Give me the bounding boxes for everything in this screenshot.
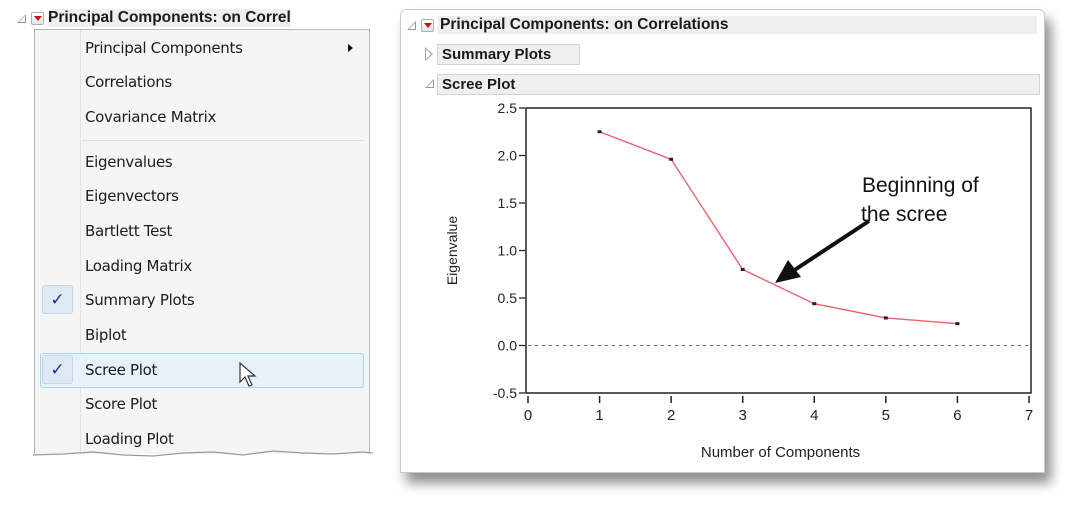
menu-item-label: Correlations [85,73,172,91]
x-tick-label: 5 [882,407,890,424]
report-header: Principal Components: on Correlations [407,15,1037,35]
menu-separator [82,140,364,141]
menu-item-label: Loading Plot [85,430,174,448]
torn-edge [33,450,373,457]
outline-scree-plot[interactable]: Scree Plot [437,74,1040,95]
menu-item-covariance-matrix[interactable]: Covariance Matrix [35,101,369,133]
data-point [812,302,817,306]
data-point [955,322,960,326]
red-triangle-menu-icon[interactable] [31,11,44,25]
disclosure-collapsed-icon[interactable] [425,47,433,61]
submenu-arrow-icon [348,44,353,52]
disclosure-expanded-icon[interactable] [425,79,434,88]
x-tick-label: 1 [595,407,603,424]
x-tick-label: 6 [953,407,961,424]
annotation-arrow-icon [775,219,871,283]
x-tick-label: 0 [524,407,532,424]
menu-item-label: Eigenvalues [85,153,173,171]
menu-item-label: Biplot [85,326,127,344]
menu-item-loading-matrix[interactable]: Loading Matrix [35,250,369,282]
menu-item-label: Eigenvectors [85,187,179,205]
plot-frame [525,107,1032,394]
menu-item-score-plot[interactable]: Score Plot [35,388,369,420]
context-menu: Principal Components Correlations Covari… [34,29,370,454]
left-panel-header: Principal Components: on Correl [17,8,370,28]
y-tick-label: -0.5 [493,385,517,401]
y-tick-label: 1.0 [498,243,518,259]
y-tick-label: 0.5 [498,290,518,306]
menu-item-scree-plot[interactable]: ✓ Scree Plot [40,353,364,388]
mouse-cursor-icon [239,362,257,387]
menu-item-label: Loading Matrix [85,257,192,275]
y-tick-label: 2.0 [498,148,518,164]
checkmark-icon: ✓ [42,285,73,314]
eigenvalue-line [599,131,958,325]
report-title: Principal Components: on Correlations [438,16,1037,34]
menu-item-biplot[interactable]: Biplot [35,319,369,351]
disclosure-expanded-icon[interactable] [17,13,26,23]
data-point [597,130,602,134]
menu-item-principal-components[interactable]: Principal Components [35,32,369,64]
x-tick-label: 7 [1025,407,1033,424]
annotation-text-line2: the scree [861,203,947,226]
x-tick-label: 3 [739,407,747,424]
menu-item-bartlett-test[interactable]: Bartlett Test [35,215,369,247]
left-panel-title: Principal Components: on Correl [48,9,291,27]
checkmark-icon: ✓ [42,355,73,384]
disclosure-expanded-icon[interactable] [407,20,416,30]
scree-plot-chart: 2.5 2.0 1.5 1.0 0.5 0.0 -0.5 0 1 2 3 4 5 6 7 Eigenval… [444,100,1033,461]
y-tick-label: 2.5 [498,100,518,116]
report-window: Principal Components: on Correlations Su… [400,9,1045,473]
menu-item-label: Scree Plot [85,361,158,379]
red-triangle-menu-icon[interactable] [421,18,434,32]
menu-item-correlations[interactable]: Correlations [35,66,369,98]
x-tick-label: 2 [667,407,675,424]
menu-item-label: Summary Plots [85,291,195,309]
menu-item-label: Covariance Matrix [85,108,217,126]
x-axis-label: Number of Components [701,444,860,461]
outline-summary-plots[interactable]: Summary Plots [437,44,580,65]
menu-item-label: Score Plot [85,395,158,413]
y-axis-label: Eigenvalue [444,216,460,285]
menu-item-eigenvalues[interactable]: Eigenvalues [35,146,369,178]
data-point [669,157,674,161]
x-tick-label: 4 [810,407,818,424]
menu-item-summary-plots[interactable]: ✓ Summary Plots [35,284,369,316]
menu-item-label: Principal Components [85,39,243,57]
menu-item-eigenvectors[interactable]: Eigenvectors [35,180,369,212]
y-tick-label: 0.0 [498,338,518,354]
y-tick-label: 1.5 [498,195,518,211]
menu-item-label: Bartlett Test [85,222,173,240]
annotation-text-line1: Beginning of [862,174,979,197]
data-point [883,316,888,320]
data-point [740,268,745,271]
